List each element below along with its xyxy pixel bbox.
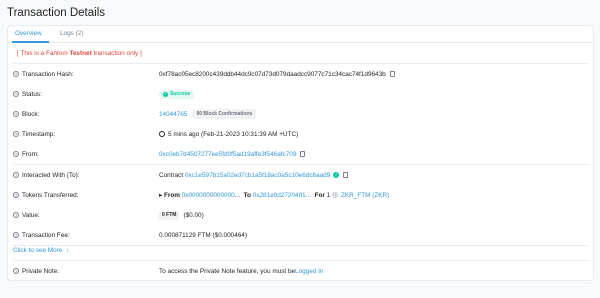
tab-overview[interactable]: Overview — [15, 30, 42, 37]
row-tokens-transferred: ? Tokens Transferred: ▸ From 0x0000000000… — [13, 191, 390, 199]
help-icon[interactable]: ? — [13, 131, 19, 137]
help-icon[interactable]: ? — [13, 192, 19, 198]
token-from-link[interactable]: 0x0000000000000... — [182, 192, 240, 199]
check-circle-icon: ✓ — [163, 91, 168, 97]
token-name-link[interactable]: ZKR_FTM (ZKR) — [341, 192, 389, 199]
row-timestamp: ? Timestamp: 5 mins ago (Feb-21-2023 10:3… — [13, 130, 299, 138]
value-badge: 0 FTM — [159, 210, 180, 220]
copy-icon[interactable] — [300, 151, 306, 157]
help-icon[interactable]: ? — [13, 71, 19, 77]
value-usd: ($0.00) — [183, 211, 204, 219]
row-transaction-fee: ? Transaction Fee: 0.000871129 FTM ($0.00… — [13, 231, 247, 239]
timestamp-value: 5 mins ago (Feb-21-2023 10:31:39 AM +UTC… — [168, 130, 299, 138]
help-icon[interactable]: ? — [13, 172, 19, 178]
transaction-card: Overview Logs (2) [ This is a Fantom Tes… — [7, 25, 594, 281]
help-icon[interactable]: ? — [13, 151, 19, 157]
help-icon[interactable]: ? — [13, 91, 19, 97]
page-title: Transaction Details — [7, 7, 106, 19]
help-icon[interactable]: ? — [13, 111, 19, 117]
active-tab-indicator — [12, 41, 49, 43]
tab-logs[interactable]: Logs (2) — [60, 30, 83, 37]
row-interacted-with: ? Interacted With (To): Contract 0xc1e597… — [8, 165, 593, 185]
clock-icon — [159, 131, 165, 137]
block-link[interactable]: 14044765 — [159, 111, 187, 118]
help-icon[interactable]: ? — [13, 232, 19, 238]
arrow-down-icon: ↓ — [65, 246, 70, 254]
tab-bar: Overview Logs (2) — [8, 26, 593, 43]
token-amount: 1 — [326, 191, 331, 199]
from-address-link[interactable]: 0xc0eb7d4507277ee5fd0f5ad19affe3f546afc7… — [159, 151, 296, 158]
verified-check-icon: ✓ — [333, 172, 340, 178]
divider — [13, 245, 588, 246]
row-status: ? Status: ✓ Success — [8, 84, 593, 104]
row-value: ? Value: 0 FTM ($0.00) — [13, 210, 204, 220]
row-transaction-hash: ? Transaction Hash: 0xf78ac05ec8200c439dd… — [8, 64, 593, 84]
help-icon[interactable]: ? — [13, 212, 19, 218]
row-private-note: ? Private Note: To access the Private Not… — [13, 267, 324, 275]
token-icon — [331, 192, 338, 198]
transaction-hash-value: 0xf78ac05ec8200c439ddb44dc9c07d73d079daa… — [159, 70, 386, 78]
login-link[interactable]: Logged In — [295, 268, 323, 275]
testnet-notice: [ This is a Fantom Testnet transaction o… — [17, 50, 142, 57]
fee-value: 0.000871129 FTM ($0.000464) — [159, 231, 247, 239]
help-icon[interactable]: ? — [13, 268, 19, 274]
token-to-link[interactable]: 0x281e0d2720491... — [253, 192, 311, 199]
status-badge: ✓ Success — [159, 89, 195, 99]
see-more-button[interactable]: Click to see More ↓ — [13, 240, 69, 260]
confirmations-badge: 90 Block Confirmations — [192, 109, 257, 119]
copy-icon[interactable] — [343, 172, 349, 178]
row-from: ? From: 0xc0eb7d4507277ee5fd0f5ad19affe3f… — [8, 144, 593, 164]
contract-address-link[interactable]: 0xc1e597b15a02ed7cb1a5f18ac0a5c10e6dc6aa… — [185, 172, 330, 179]
row-block: ? Block: 14044765 90 Block Confirmations — [8, 104, 593, 124]
copy-icon[interactable] — [389, 71, 395, 77]
